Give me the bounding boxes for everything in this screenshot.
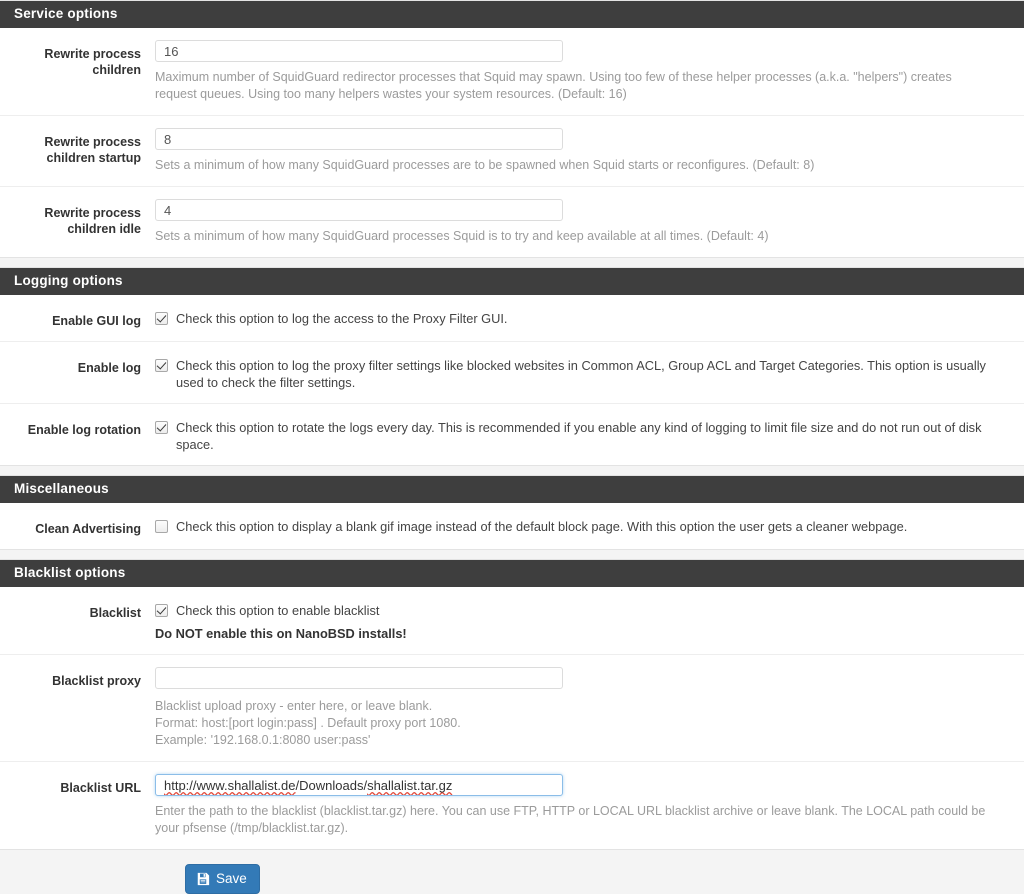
checkbox-clean-advertising[interactable] [155, 520, 168, 533]
panel-logging-options: Logging options Enable GUI log Check thi… [0, 267, 1024, 466]
form-row-rewrite-process-children: Rewrite process children Maximum number … [0, 28, 1024, 116]
help-blacklist-url: Enter the path to the blacklist (blackli… [155, 804, 986, 835]
form-actions-bar: Save [0, 850, 1024, 894]
form-row-enable-log-rotation: Enable log rotation Check this option to… [0, 404, 1024, 465]
section-divider [0, 466, 1024, 475]
label-clean-advertising: Clean Advertising [35, 522, 141, 536]
blacklist-url-field-wrapper[interactable]: http://www.shallalist.de/Downloads/shall… [155, 774, 563, 796]
checkbox-enable-log[interactable] [155, 359, 168, 372]
help-blacklist-proxy-line-2: Format: host:[port login:pass] . Default… [155, 716, 461, 730]
checkbox-row-blacklist[interactable]: Check this option to enable blacklist [155, 599, 1016, 619]
label-enable-gui-log: Enable GUI log [52, 314, 141, 328]
help-rewrite-process-children-idle: Sets a minimum of how many SquidGuard pr… [155, 229, 769, 243]
checkbox-blacklist[interactable] [155, 604, 168, 617]
checkbox-row-enable-log-rotation[interactable]: Check this option to rotate the logs eve… [155, 416, 1016, 453]
input-blacklist-proxy[interactable] [155, 667, 563, 689]
section-divider [0, 550, 1024, 559]
label-rewrite-process-children: Rewrite process children [44, 47, 141, 77]
form-row-blacklist-proxy: Blacklist proxy Blacklist upload proxy -… [0, 655, 1024, 762]
help-blacklist-proxy: Blacklist upload proxy - enter here, or … [155, 698, 993, 749]
panel-blacklist-options: Blacklist options Blacklist Check this o… [0, 559, 1024, 850]
checkbox-row-clean-advertising[interactable]: Check this option to display a blank gif… [155, 515, 1016, 535]
help-blacklist-proxy-line-3: Example: '192.168.0.1:8080 user:pass' [155, 733, 371, 747]
blacklist-url-part-path: /Downloads/ [295, 778, 368, 793]
panel-heading-miscellaneous: Miscellaneous [0, 476, 1024, 503]
form-row-rewrite-process-children-idle: Rewrite process children idle Sets a min… [0, 187, 1024, 257]
label-blacklist-url: Blacklist URL [60, 781, 141, 795]
input-blacklist-url[interactable]: http://www.shallalist.de/Downloads/shall… [155, 774, 563, 796]
panel-body-blacklist-options: Blacklist Check this option to enable bl… [0, 587, 1024, 849]
panel-heading-blacklist-options: Blacklist options [0, 560, 1024, 587]
checkbox-label-blacklist: Check this option to enable blacklist [176, 603, 380, 618]
form-row-blacklist: Blacklist Check this option to enable bl… [0, 587, 1024, 655]
panel-miscellaneous: Miscellaneous Clean Advertising Check th… [0, 475, 1024, 550]
help-rewrite-process-children: Maximum number of SquidGuard redirector … [155, 70, 952, 101]
blacklist-nanobsd-warning: Do NOT enable this on NanoBSD installs! [155, 626, 407, 641]
panel-heading-logging-options: Logging options [0, 268, 1024, 295]
panel-body-miscellaneous: Clean Advertising Check this option to d… [0, 503, 1024, 549]
squidguard-general-settings-page: Service options Rewrite process children… [0, 0, 1024, 894]
form-row-blacklist-url: Blacklist URL http://www.shallalist.de/D… [0, 762, 1024, 849]
save-button[interactable]: Save [185, 864, 260, 894]
form-row-enable-gui-log: Enable GUI log Check this option to log … [0, 295, 1024, 342]
checkbox-row-enable-gui-log[interactable]: Check this option to log the access to t… [155, 307, 1016, 327]
label-enable-log-rotation: Enable log rotation [27, 423, 141, 437]
checkbox-label-clean-advertising: Check this option to display a blank gif… [176, 519, 908, 534]
checkbox-row-enable-log[interactable]: Check this option to log the proxy filte… [155, 354, 1016, 391]
checkbox-enable-log-rotation[interactable] [155, 421, 168, 434]
form-row-rewrite-process-children-startup: Rewrite process children startup Sets a … [0, 116, 1024, 187]
label-blacklist: Blacklist [89, 606, 141, 620]
label-enable-log: Enable log [77, 361, 141, 375]
panel-body-logging-options: Enable GUI log Check this option to log … [0, 295, 1024, 465]
input-rewrite-process-children[interactable] [155, 40, 563, 62]
input-rewrite-process-children-startup[interactable] [155, 128, 563, 150]
section-divider [0, 258, 1024, 267]
blacklist-url-part-file: shallalist.tar.gz [367, 778, 453, 793]
checkbox-label-enable-log: Check this option to log the proxy filte… [176, 358, 986, 390]
checkbox-label-enable-gui-log: Check this option to log the access to t… [176, 311, 508, 326]
help-rewrite-process-children-startup: Sets a minimum of how many SquidGuard pr… [155, 158, 815, 172]
help-blacklist-proxy-line-1: Blacklist upload proxy - enter here, or … [155, 699, 433, 713]
save-button-label: Save [216, 871, 247, 886]
label-rewrite-process-children-idle: Rewrite process children idle [44, 206, 141, 236]
panel-service-options: Service options Rewrite process children… [0, 0, 1024, 258]
form-row-clean-advertising: Clean Advertising Check this option to d… [0, 503, 1024, 549]
blacklist-url-part-host: http://www.shallalist.de [164, 778, 296, 793]
label-blacklist-proxy: Blacklist proxy [52, 674, 141, 688]
panel-body-service-options: Rewrite process children Maximum number … [0, 28, 1024, 257]
checkbox-enable-gui-log[interactable] [155, 312, 168, 325]
floppy-disk-icon [196, 872, 210, 886]
label-rewrite-process-children-startup: Rewrite process children startup [44, 135, 141, 165]
input-rewrite-process-children-idle[interactable] [155, 199, 563, 221]
panel-heading-service-options: Service options [0, 1, 1024, 28]
form-row-enable-log: Enable log Check this option to log the … [0, 342, 1024, 404]
checkbox-label-enable-log-rotation: Check this option to rotate the logs eve… [176, 420, 982, 452]
